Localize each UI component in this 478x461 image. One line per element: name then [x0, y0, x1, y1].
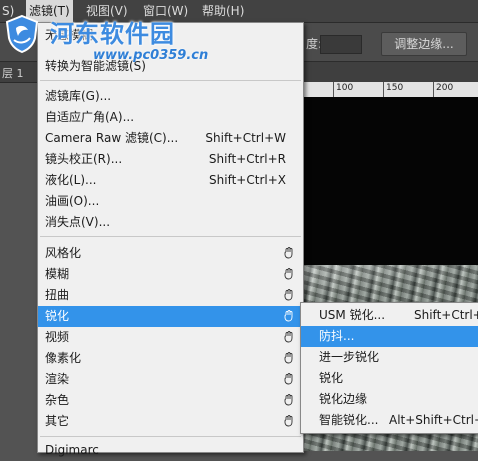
shortcut: Shift+Ctrl+R [208, 152, 286, 166]
ruler-tick [433, 82, 434, 97]
ruler-label: 100 [336, 83, 354, 93]
refine-edge-button[interactable]: 调整边缘... [381, 32, 467, 56]
horizontal-ruler: 100 150 200 [300, 82, 478, 98]
submenu-item-unsharp-mask[interactable]: USM 锐化... Shift+Ctrl+F [301, 305, 478, 326]
menu-item-video[interactable]: 视频 [38, 327, 303, 348]
submenu-item-sharpen-edges[interactable]: 锐化边缘 [301, 389, 478, 410]
menu-item-oil-paint[interactable]: 油画(O)... [38, 191, 303, 212]
pointer-hand-icon [284, 394, 293, 406]
document-tab[interactable]: 层 1 [2, 65, 24, 81]
shield-logo-icon [5, 14, 39, 54]
menu-separator [40, 436, 301, 437]
shortcut: Alt+Shift+Ctrl+ [389, 413, 478, 427]
ruler-tick [333, 82, 334, 97]
menu-item-vanishing-point[interactable]: 消失点(V)... [38, 212, 303, 233]
ruler-label: 200 [436, 83, 454, 93]
menu-item-liquify[interactable]: 液化(L)... Shift+Ctrl+X [38, 170, 303, 191]
menu-item-pixelate[interactable]: 像素化 [38, 348, 303, 369]
value-field[interactable] [320, 35, 362, 54]
shortcut: Shift+Ctrl+F [414, 308, 478, 322]
watermark-url: www.pc0359.cn [93, 48, 209, 63]
menu-item-distort[interactable]: 扭曲 [38, 285, 303, 306]
pointer-hand-icon [284, 247, 293, 259]
menu-item-camera-raw[interactable]: Camera Raw 滤镜(C)... Shift+Ctrl+W [38, 128, 303, 149]
shortcut: Shift+Ctrl+X [209, 173, 286, 187]
menu-item-render[interactable]: 渲染 [38, 369, 303, 390]
menu-item-filter-gallery[interactable]: 滤镜库(G)... [38, 86, 303, 107]
menu-help[interactable]: 帮助(H) [202, 0, 244, 22]
pointer-hand-icon [284, 331, 293, 343]
menu-separator [40, 80, 301, 81]
menu-separator [40, 236, 301, 237]
pointer-hand-icon [284, 289, 293, 301]
pointer-hand-icon [284, 415, 293, 427]
menu-item-lens-correction[interactable]: 镜头校正(R)... Shift+Ctrl+R [38, 149, 303, 170]
watermark-title: 河东软件园 [50, 20, 175, 48]
submenu-item-sharpen-more[interactable]: 进一步锐化 [301, 347, 478, 368]
ruler-tick [383, 82, 384, 97]
menu-item-sharpen[interactable]: 锐化 [38, 306, 303, 327]
menu-item-noise[interactable]: 杂色 [38, 390, 303, 411]
sharpen-submenu: USM 锐化... Shift+Ctrl+F 防抖... 进一步锐化 锐化 锐化… [300, 302, 478, 434]
submenu-item-sharpen[interactable]: 锐化 [301, 368, 478, 389]
menu-item-stylize[interactable]: 风格化 [38, 243, 303, 264]
shortcut: Shift+Ctrl+W [205, 131, 286, 145]
pointer-hand-icon [284, 373, 293, 385]
menu-item-other[interactable]: 其它 [38, 411, 303, 432]
pointer-hand-icon [284, 352, 293, 364]
submenu-item-shake-reduction[interactable]: 防抖... [301, 326, 478, 347]
submenu-item-smart-sharpen[interactable]: 智能锐化... Alt+Shift+Ctrl+ [301, 410, 478, 431]
ruler-label: 150 [386, 83, 404, 93]
menu-item-adaptive-wide-angle[interactable]: 自适应广角(A)... [38, 107, 303, 128]
pointer-hand-icon [284, 310, 293, 322]
filter-menu: 无感模糊 转换为智能滤镜(S) 滤镜库(G)... 自适应广角(A)... Ca… [37, 22, 304, 457]
menu-item-blur[interactable]: 模糊 [38, 264, 303, 285]
pointer-hand-icon [284, 268, 293, 280]
